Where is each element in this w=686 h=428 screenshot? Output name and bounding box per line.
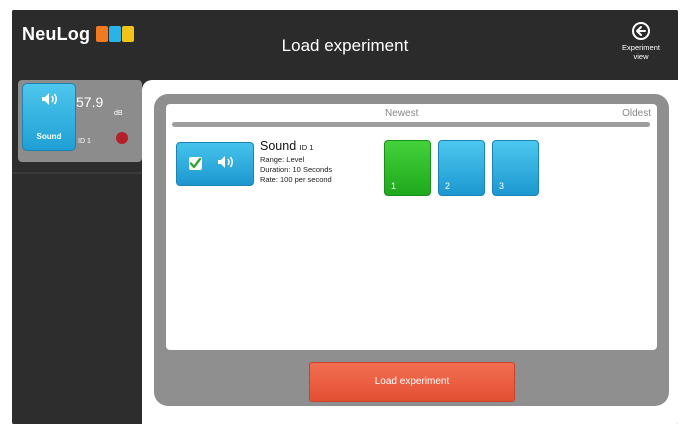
run-button-3[interactable]: 3 <box>492 140 539 196</box>
checkbox-checked-icon[interactable] <box>189 157 202 170</box>
sensor-name: Sound <box>36 132 62 141</box>
sensor-unit: dB <box>114 110 123 117</box>
experiment-details: Range: Level Duration: 10 Seconds Rate: … <box>260 155 332 185</box>
main-content: Newest Oldest Sound ID 1 Range: Level Du… <box>142 80 678 424</box>
load-experiment-button[interactable]: Load experiment <box>309 362 515 402</box>
app-window: NeuLog Load experiment Experiment view S… <box>12 10 678 424</box>
run-label: 1 <box>391 181 397 191</box>
page-title: Load experiment <box>281 36 409 55</box>
sensor-tile[interactable]: Sound <box>22 83 76 151</box>
back-arrow-icon <box>632 22 650 40</box>
sensor-id: ID 1 <box>78 138 91 145</box>
experiment-sensor-button[interactable] <box>176 142 254 186</box>
sensor-value: 57.9 <box>76 94 104 110</box>
experiment-range: Range: Level <box>260 155 305 164</box>
status-led <box>116 132 128 144</box>
experiment-sensor-title: Sound ID 1 <box>260 139 313 153</box>
load-panel: Newest Oldest Sound ID 1 Range: Level Du… <box>154 94 669 406</box>
experiment-list: Newest Oldest Sound ID 1 Range: Level Du… <box>166 104 657 350</box>
oldest-label: Oldest <box>622 108 651 119</box>
experiment-view-label: Experiment view <box>622 43 660 61</box>
experiment-view-button[interactable]: Experiment view <box>618 22 664 61</box>
newest-label: Newest <box>385 108 419 119</box>
run-button-2[interactable]: 2 <box>438 140 485 196</box>
speaker-icon <box>217 155 235 174</box>
top-bar: NeuLog Load experiment Experiment view <box>12 10 678 80</box>
run-button-1[interactable]: 1 <box>384 140 431 196</box>
run-label: 3 <box>499 181 505 191</box>
experiment-sensor-id: ID 1 <box>299 143 314 152</box>
run-label: 2 <box>445 181 451 191</box>
sidebar-empty-area <box>12 172 144 424</box>
experiment-duration: Duration: 10 Seconds <box>260 165 333 174</box>
history-divider <box>172 122 650 127</box>
experiment-rate: Rate: 100 per second <box>260 175 332 184</box>
experiment-sensor-name: Sound <box>260 139 297 153</box>
speaker-icon <box>41 92 59 111</box>
